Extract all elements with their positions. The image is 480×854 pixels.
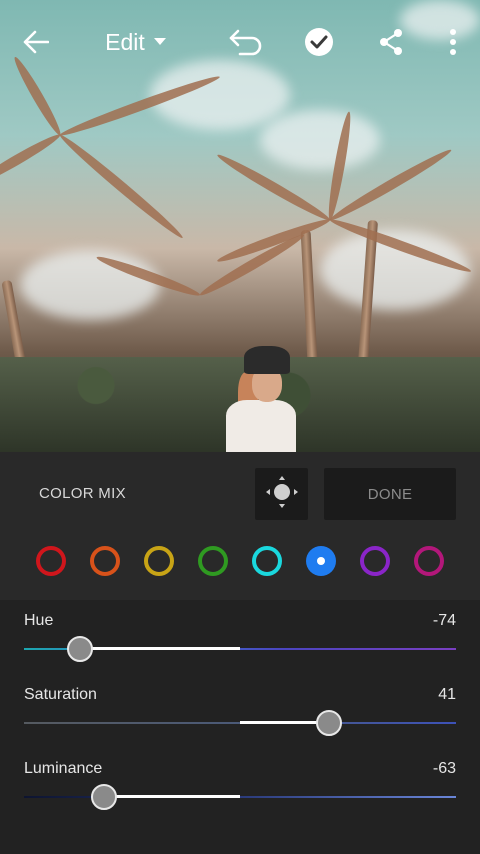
confirm-button[interactable] (299, 22, 339, 62)
palm-frond (215, 215, 332, 266)
top-toolbar: Edit (0, 0, 480, 84)
palm-frond (0, 130, 63, 190)
bucket-hat (244, 346, 290, 374)
luminance-label: Luminance (24, 760, 103, 777)
color-mix-label: COLOR MIX (39, 485, 126, 502)
undo-button[interactable] (225, 22, 267, 62)
hue-slider-thumb[interactable] (67, 636, 94, 662)
saturation-slider-thumb[interactable] (315, 710, 342, 736)
check-circle-icon (304, 27, 334, 57)
swatch-purple[interactable] (360, 546, 390, 576)
luminance-slider-fill (103, 795, 240, 798)
swatch-red[interactable] (36, 546, 66, 576)
hue-label: Hue (24, 612, 54, 629)
saturation-value: 41 (438, 686, 456, 703)
share-button[interactable] (372, 22, 410, 62)
hue-slider-fill (80, 647, 240, 650)
caret-down-icon (153, 37, 167, 47)
target-adjust-icon (263, 473, 301, 516)
palm-frond (56, 131, 186, 242)
luminance-slider-track[interactable] (24, 796, 456, 798)
swatch-magenta[interactable] (414, 546, 444, 576)
swatch-green[interactable] (198, 546, 228, 576)
color-swatch-row (0, 546, 480, 578)
arrow-left-icon (23, 30, 49, 54)
hue-value: -74 (432, 612, 456, 629)
cloud (260, 110, 380, 170)
targeted-adjustment-button[interactable] (255, 468, 308, 520)
edit-title: Edit (105, 28, 145, 55)
edit-mode-dropdown[interactable]: Edit (96, 22, 176, 62)
cloud (20, 250, 160, 320)
luminance-value: -63 (432, 760, 456, 777)
done-button[interactable]: DONE (324, 468, 456, 520)
swatch-yellow[interactable] (144, 546, 174, 576)
more-button[interactable] (440, 22, 466, 62)
swatch-orange[interactable] (90, 546, 120, 576)
swatch-blue[interactable] (306, 546, 336, 576)
palm-frond (197, 230, 307, 300)
saturation-label: Saturation (24, 686, 97, 703)
more-vertical-icon (449, 28, 457, 56)
share-icon (378, 28, 404, 56)
undo-icon (228, 28, 264, 56)
swatch-aqua[interactable] (252, 546, 282, 576)
back-button[interactable] (16, 22, 56, 62)
luminance-slider-thumb[interactable] (90, 784, 117, 810)
person-body (226, 400, 296, 452)
